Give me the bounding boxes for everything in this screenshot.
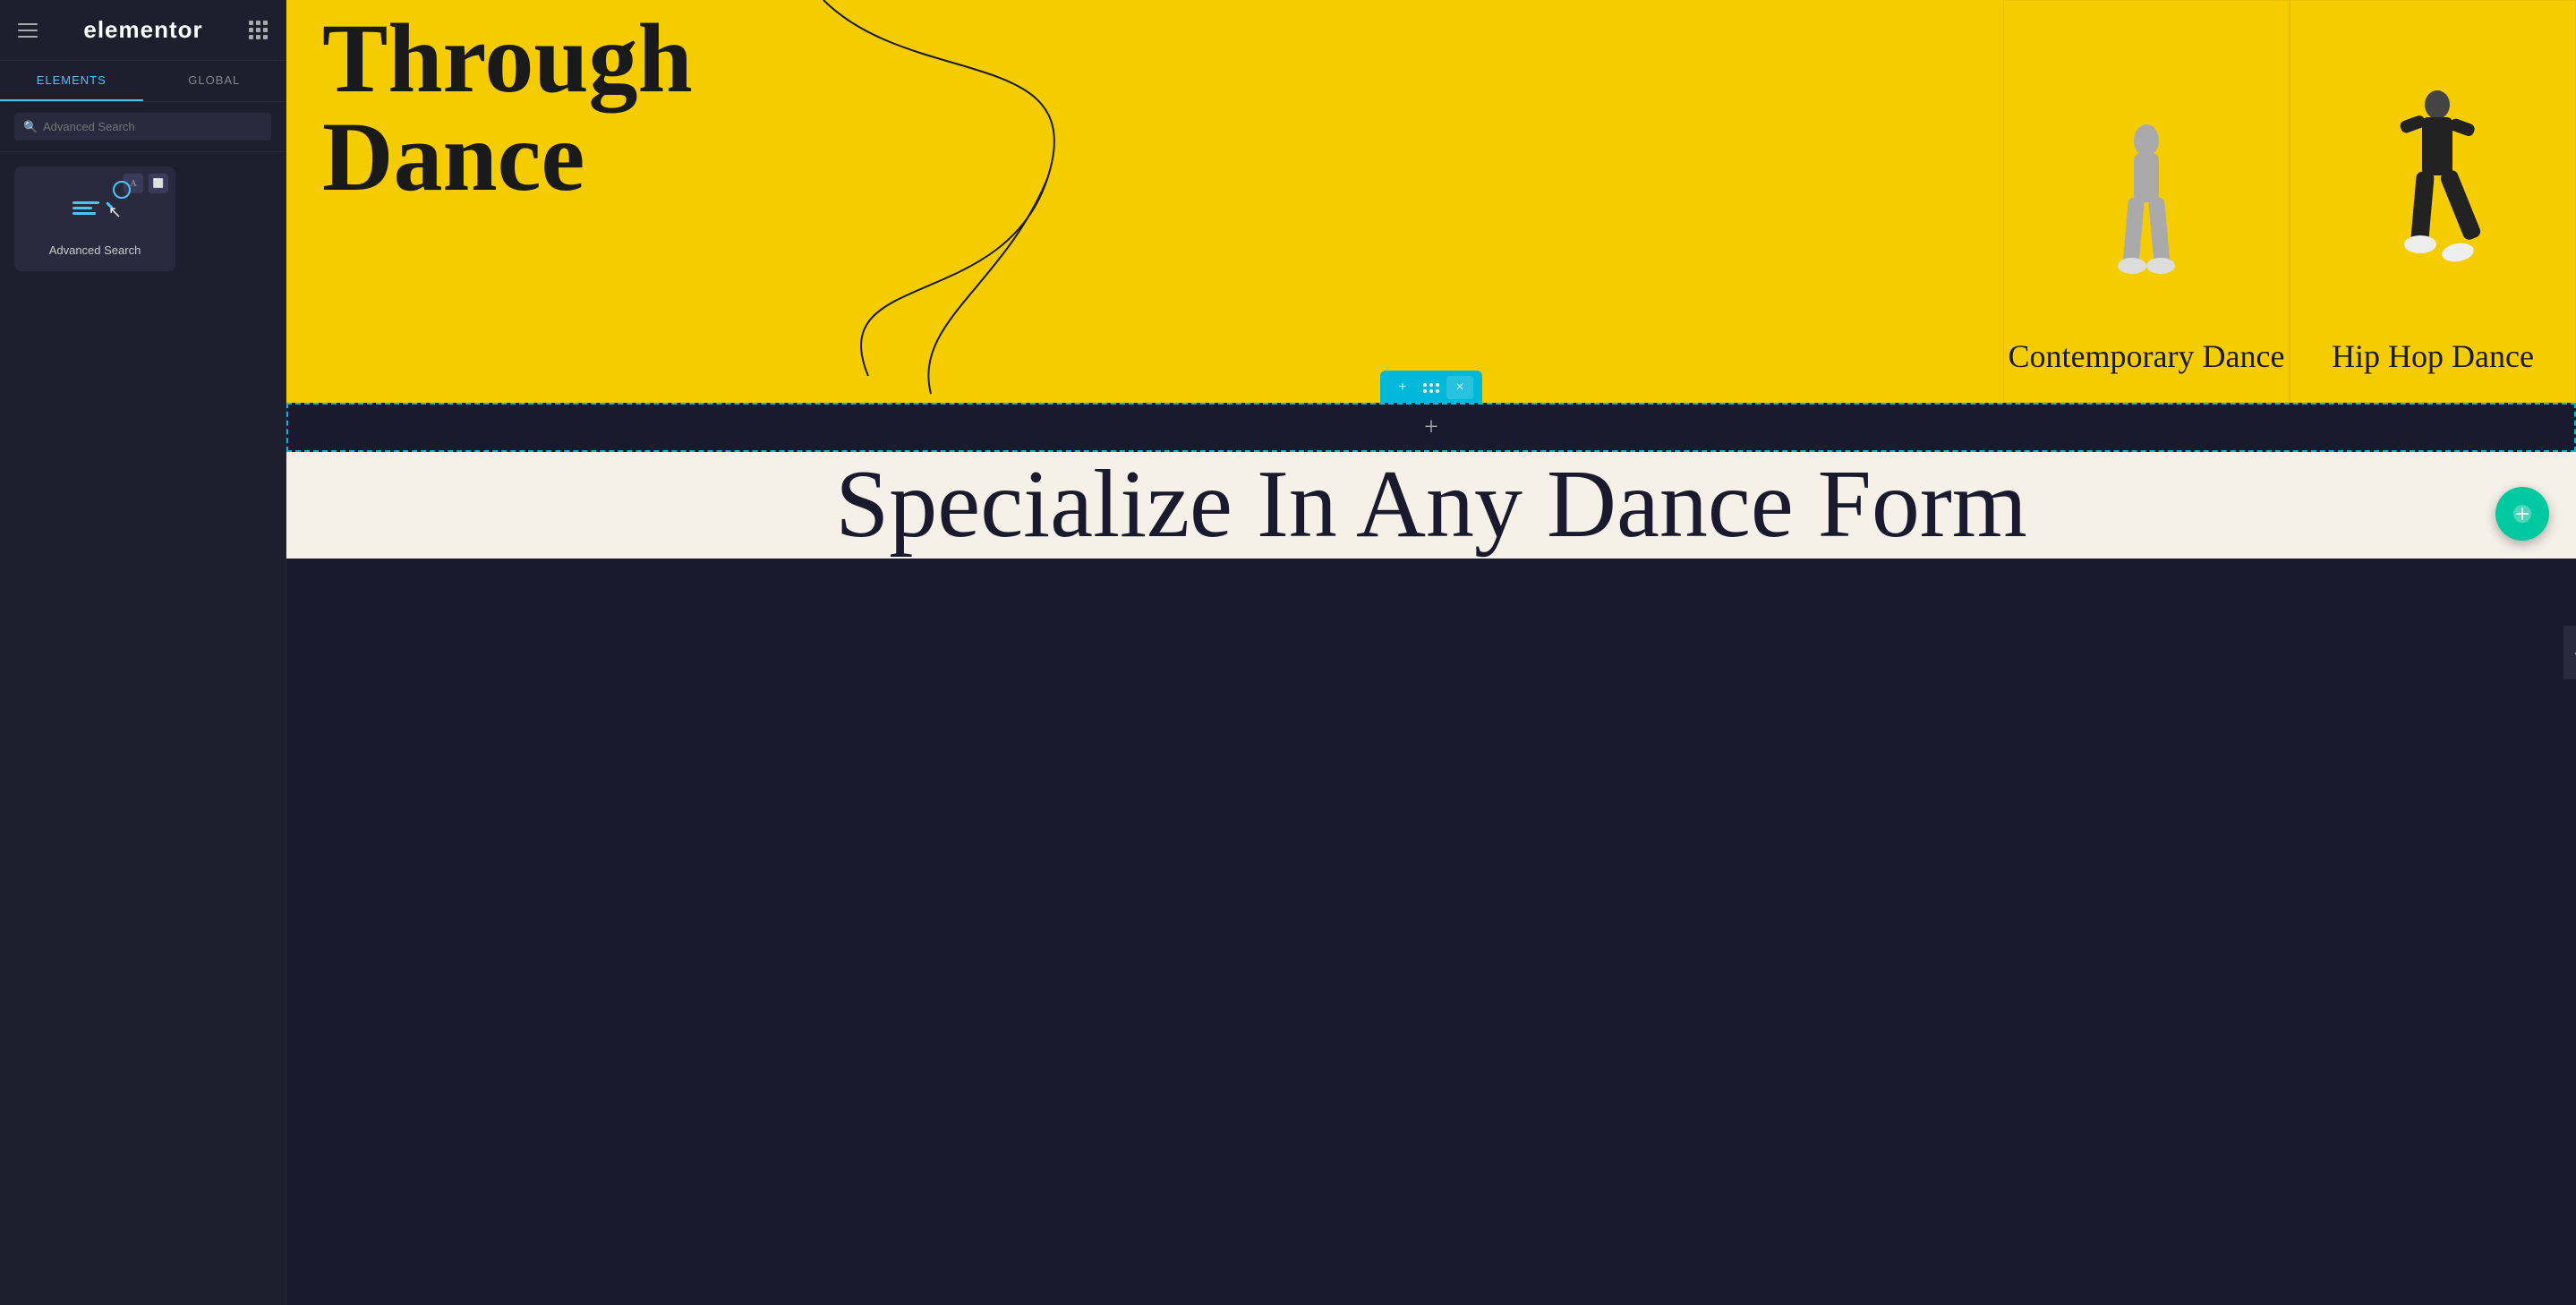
sidebar-collapse-toggle[interactable]: ‹ <box>2563 626 2576 679</box>
sidebar: elementor ELEMENTS GLOBAL 🔍 A ⬜ <box>0 0 286 1305</box>
widget-card-advanced-search: A ⬜ ↖ Advanced Search <box>14 166 175 271</box>
specialize-title: Specialize In Any Dance Form <box>835 452 2027 559</box>
tab-elements[interactable]: ELEMENTS <box>0 61 143 101</box>
contemporary-dance-title: Contemporary Dance <box>2009 320 2285 402</box>
contemporary-dancer-image <box>2004 1 2289 320</box>
cream-section: Specialize In Any Dance Form <box>286 452 2576 559</box>
dance-card-contemporary: Contemporary Dance <box>2003 0 2290 403</box>
magnifier-icon <box>104 181 131 208</box>
sidebar-tabs: ELEMENTS GLOBAL <box>0 61 286 102</box>
hiphop-dancer-image <box>2290 1 2575 320</box>
fab-teal-button[interactable] <box>2495 487 2549 541</box>
section-toolbar: + × <box>1380 371 1482 403</box>
tab-global[interactable]: GLOBAL <box>143 61 286 101</box>
search-lines-icon <box>73 201 99 215</box>
decorative-swoosh <box>555 0 1181 403</box>
hiphop-dancer-svg <box>2352 69 2513 320</box>
contemporary-dancer-svg <box>2066 69 2227 320</box>
app-wrapper: elementor ELEMENTS GLOBAL 🔍 A ⬜ <box>0 0 2576 1305</box>
widget-icon-image[interactable]: ⬜ <box>149 174 168 193</box>
search-line-2 <box>73 207 92 209</box>
move-icon <box>1423 383 1439 393</box>
toolbar-move-button[interactable] <box>1418 376 1445 399</box>
yellow-dance-section: Through Dance <box>286 0 2576 403</box>
empty-section[interactable]: + <box>286 403 2576 452</box>
toolbar-close-button[interactable]: × <box>1446 376 1473 399</box>
dance-cards-row: Contemporary Dance <box>2003 0 2576 403</box>
sidebar-search-area: 🔍 <box>0 102 286 152</box>
search-line-1 <box>73 201 99 204</box>
widget-label: Advanced Search <box>49 243 141 257</box>
search-input[interactable] <box>14 113 271 141</box>
magnifier-handle <box>106 201 113 209</box>
hiphop-dance-title: Hip Hop Dance <box>2332 320 2534 402</box>
toolbar-add-button[interactable]: + <box>1389 376 1416 399</box>
apps-grid-icon[interactable] <box>249 21 268 39</box>
dance-card-hiphop: Hip Hop Dance <box>2290 0 2576 403</box>
fab-icon <box>2511 502 2534 525</box>
sidebar-header: elementor <box>0 0 286 61</box>
sidebar-content: A ⬜ ↖ Advanced Search <box>0 152 286 1305</box>
search-icon: 🔍 <box>23 120 38 134</box>
brand-logo: elementor <box>83 16 202 44</box>
add-section-plus-icon: + <box>1424 414 1438 442</box>
advanced-search-widget-icon: ↖ <box>59 181 131 235</box>
hamburger-icon[interactable] <box>18 23 38 38</box>
search-line-3 <box>73 212 96 215</box>
magnifier-circle <box>113 181 131 199</box>
main-canvas: Through Dance <box>286 0 2576 1305</box>
